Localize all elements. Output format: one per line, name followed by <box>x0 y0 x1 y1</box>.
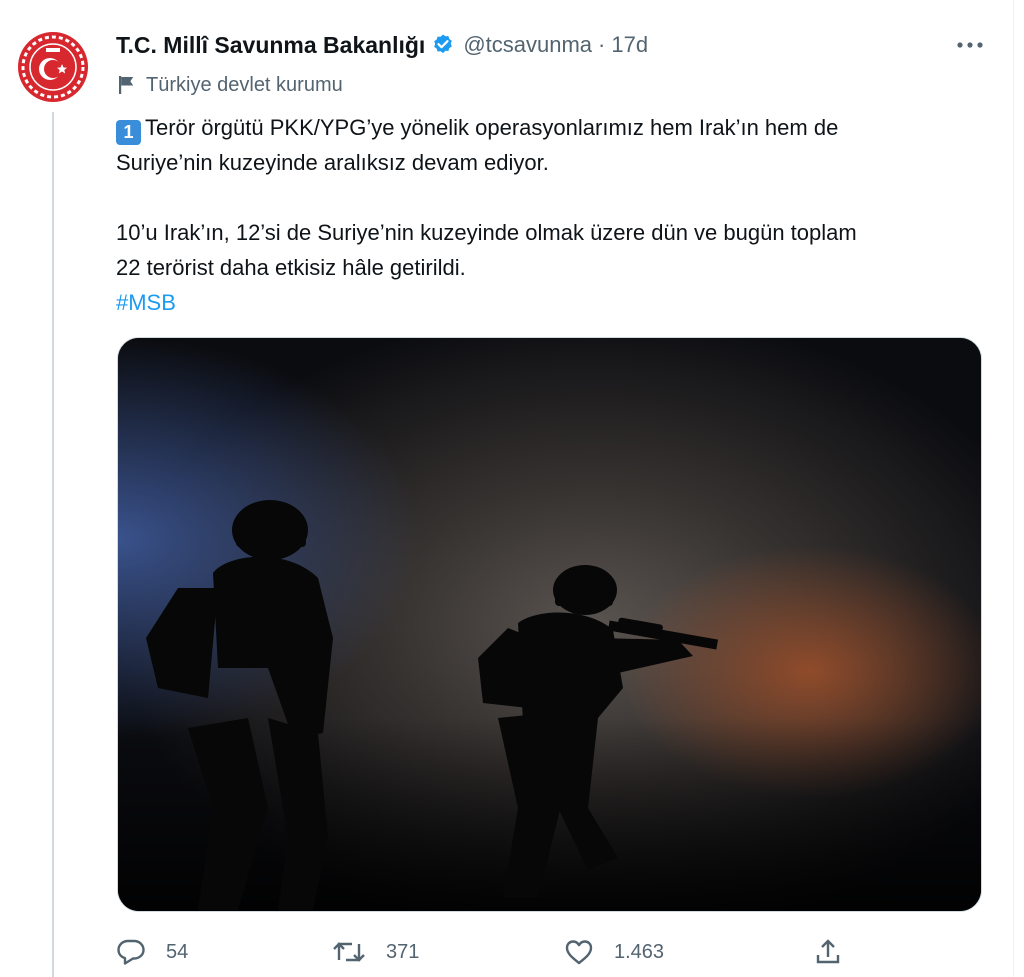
retweet-icon <box>333 942 365 962</box>
avatar[interactable] <box>14 28 92 106</box>
heart-icon <box>565 940 593 965</box>
tweet-card: T.C. Millî Savunma Bakanlığı @tcsavunma … <box>0 0 1014 977</box>
verified-badge-icon <box>431 33 455 57</box>
tweet-photo[interactable] <box>117 337 982 912</box>
tweet-actions: 54 371 1.463 <box>116 932 856 972</box>
more-icon[interactable] <box>955 36 985 54</box>
share-icon <box>816 939 840 964</box>
tweet-header: T.C. Millî Savunma Bakanlığı @tcsavunma … <box>116 30 993 60</box>
author-handle[interactable]: @tcsavunma <box>463 32 592 58</box>
like-count: 1.463 <box>614 940 665 963</box>
timestamp[interactable]: 17d <box>611 32 648 58</box>
hashtag-link[interactable]: #MSB <box>116 290 176 315</box>
paragraph-1-line-2: Suriye’nin kuzeyinde aralıksız devam edi… <box>116 150 549 175</box>
retweet-count: 371 <box>386 940 420 963</box>
share-button[interactable] <box>814 932 842 972</box>
keycap-one-emoji: 1 <box>116 120 141 145</box>
thread-line <box>52 112 54 977</box>
retweet-button[interactable]: 371 <box>332 932 419 972</box>
soldiers-silhouette-photo <box>118 338 981 911</box>
author-name[interactable]: T.C. Millî Savunma Bakanlığı <box>116 32 425 59</box>
ministry-emblem-icon <box>16 30 90 104</box>
like-button[interactable]: 1.463 <box>564 932 664 972</box>
government-label-text: Türkiye devlet kurumu <box>146 73 343 96</box>
reply-count: 54 <box>166 940 189 963</box>
paragraph-2-line-1: 10’u Irak’ın, 12’si de Suriye’nin kuzeyi… <box>116 220 857 245</box>
tweet-text: 1 Terör örgütü PKK/YPG’ye yönelik operasy… <box>116 110 996 320</box>
paragraph-1-line-1: 1 Terör örgütü PKK/YPG’ye yönelik operasy… <box>116 110 996 145</box>
reply-button[interactable]: 54 <box>116 932 188 972</box>
paragraph-1-line-1-text: Terör örgütü PKK/YPG’ye yönelik operasyo… <box>145 115 839 140</box>
government-label[interactable]: Türkiye devlet kurumu <box>118 72 343 98</box>
flag-icon <box>119 76 134 94</box>
separator-dot: · <box>598 32 606 57</box>
reply-icon <box>117 939 145 965</box>
paragraph-2-line-2: 22 terörist daha etkisiz hâle getirildi. <box>116 255 466 280</box>
